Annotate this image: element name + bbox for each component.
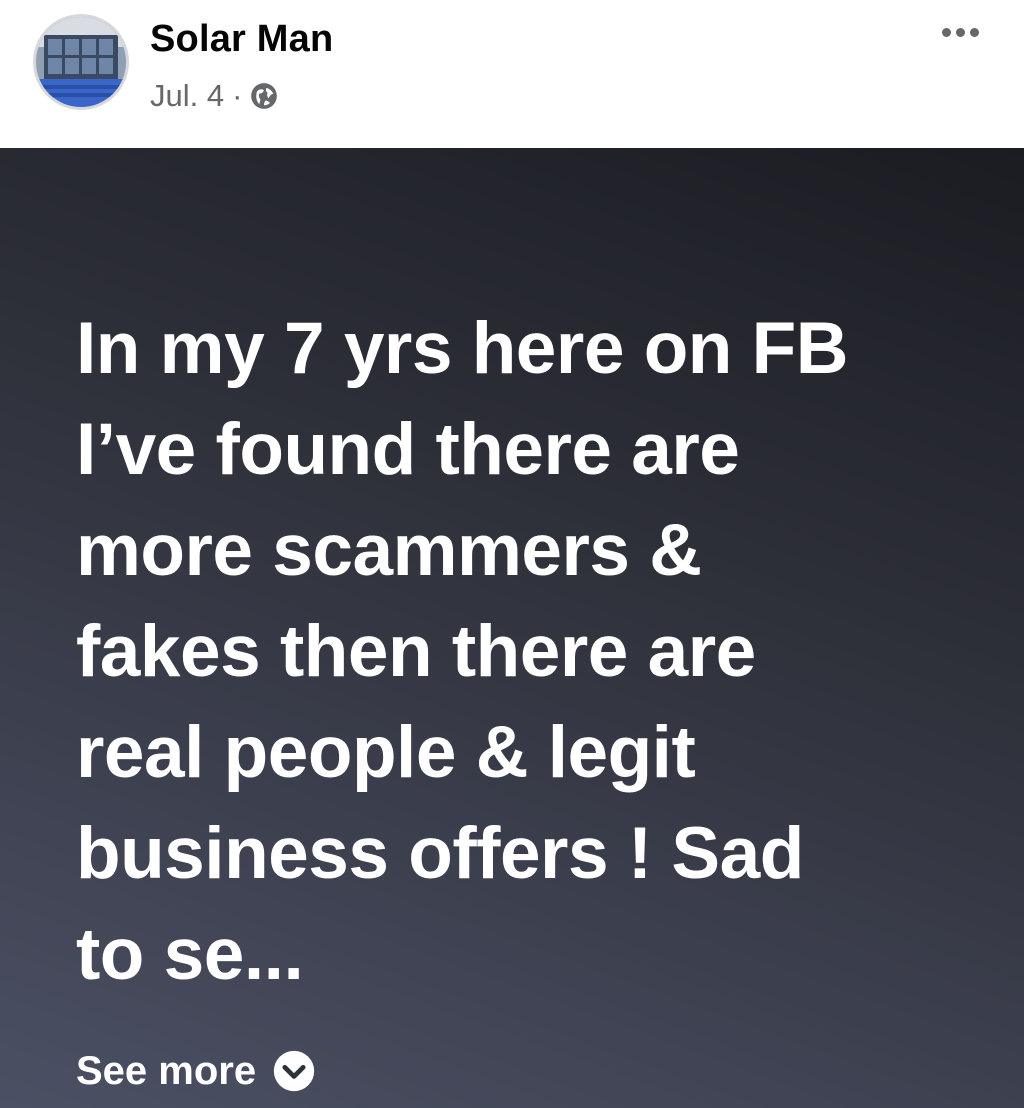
post-date[interactable]: Jul. 4 [150,78,224,114]
avatar-image [36,17,126,107]
more-horizontal-icon-dot [969,27,979,37]
globe-icon[interactable] [250,82,278,110]
post-header: Solar Man Jul. 4 · [0,0,1024,148]
see-more-button[interactable]: See more [76,1043,316,1099]
more-options-button[interactable] [932,18,988,46]
post-meta: Jul. 4 · [150,76,278,116]
post-text: In my 7 yrs here on FB I’ve found there … [76,308,848,995]
more-horizontal-icon-dot [955,27,965,37]
avatar[interactable] [33,14,129,110]
see-more-label: See more [76,1048,257,1093]
post-body: In my 7 yrs here on FB I’ve found there … [0,148,1024,1108]
chevron-down-icon [272,1049,316,1093]
meta-separator: · [232,78,243,113]
more-horizontal-icon [941,27,951,37]
author-name[interactable]: Solar Man [150,18,333,61]
